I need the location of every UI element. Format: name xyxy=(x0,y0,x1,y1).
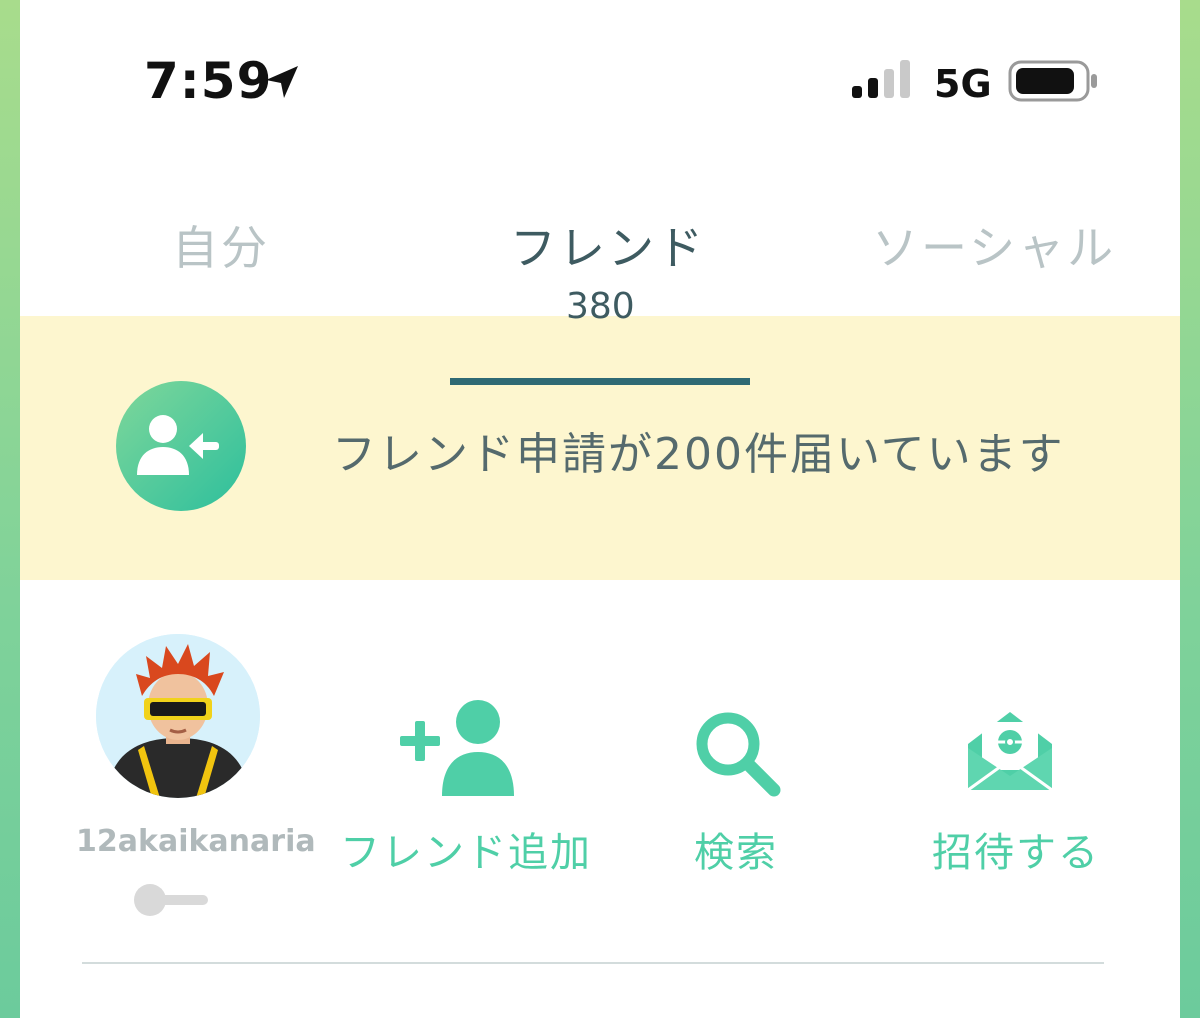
invite-envelope-icon[interactable] xyxy=(964,708,1056,792)
search-icon[interactable] xyxy=(692,708,782,798)
tab-self[interactable]: 自分 xyxy=(172,212,270,278)
tab-friends[interactable]: フレンド xyxy=(510,212,706,278)
frame-left-border xyxy=(0,0,20,1018)
search-button[interactable]: 検索 xyxy=(694,820,778,878)
signal-icon xyxy=(852,60,910,98)
add-friend-icon[interactable] xyxy=(398,698,518,798)
invite-button[interactable]: 招待する xyxy=(932,820,1100,878)
location-arrow-icon xyxy=(266,66,298,98)
friend-request-icon xyxy=(116,381,246,511)
username: 12akaikanaria xyxy=(76,824,316,859)
battery-icon xyxy=(1008,60,1097,102)
screen: 7:59 5G 自分 フレンド ソーシャル 380 フレンド申請が200件届いて… xyxy=(20,0,1180,1018)
avatar[interactable] xyxy=(96,634,260,798)
trainer-avatar-image xyxy=(96,634,260,798)
friend-count: 380 xyxy=(566,286,635,327)
active-tab-underline xyxy=(450,378,750,385)
add-friend-button[interactable]: フレンド追加 xyxy=(340,820,592,878)
network-type: 5G xyxy=(934,62,992,106)
friend-request-message: フレンド申請が200件届いています xyxy=(332,429,1065,480)
tab-social[interactable]: ソーシャル xyxy=(872,212,1116,278)
divider xyxy=(82,962,1104,964)
online-status-toggle[interactable] xyxy=(132,882,212,918)
status-time: 7:59 xyxy=(144,52,273,110)
frame-right-border xyxy=(1180,0,1200,1018)
